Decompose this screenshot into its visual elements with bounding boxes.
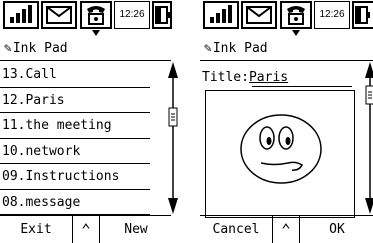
cancel-button[interactable]: Cancel	[200, 216, 272, 243]
note-list: 13.Call 12.Paris 11.the meeting 10.netwo…	[0, 62, 150, 215]
app-title: Ink Pad	[12, 41, 68, 56]
pen-icon: ✎	[4, 41, 12, 56]
mail-icon[interactable]	[241, 1, 277, 29]
ink-canvas[interactable]	[205, 90, 355, 218]
mail-icon[interactable]	[41, 1, 77, 29]
scrollbar[interactable]	[365, 62, 373, 214]
softkey-bar: Exit ⌃ New	[0, 215, 171, 243]
clock-display: 12:26	[314, 1, 350, 29]
pen-icon: ✎	[204, 41, 212, 56]
scrollbar[interactable]	[168, 62, 178, 214]
double-chevron-up-icon[interactable]: ⌃	[72, 216, 100, 243]
ink-pad-note-screen: 12:26 ✎Ink Pad Title:Paris Cancel ⌃ OK	[200, 0, 373, 243]
new-button[interactable]: New	[101, 216, 171, 243]
softkey-bar: Cancel ⌃ OK	[200, 215, 373, 243]
ok-button[interactable]: OK	[301, 216, 373, 243]
battery-icon	[352, 1, 373, 29]
note-title-field[interactable]: Title:Paris	[202, 70, 288, 85]
scroll-down-arrow-icon[interactable]	[168, 198, 178, 214]
note-title-value[interactable]: Paris	[249, 70, 288, 85]
status-bar: 12:26	[200, 0, 373, 36]
note-title-label: Title:	[202, 70, 249, 85]
clock-display: 12:26	[114, 1, 150, 29]
signal-icon	[3, 1, 39, 29]
note-item-network[interactable]: 10.network	[0, 139, 150, 164]
note-item-call[interactable]: 13.Call	[0, 62, 150, 88]
note-item-instructions[interactable]: 09.Instructions	[0, 164, 150, 190]
note-item-paris[interactable]: 12.Paris	[0, 88, 150, 113]
scroll-down-arrow-icon[interactable]	[365, 198, 373, 214]
ink-pad-list-screen: 12:26 ✎Ink Pad 13.Call 12.Paris 11.the m…	[0, 0, 178, 243]
app-title: Ink Pad	[212, 41, 268, 56]
double-chevron-up-icon[interactable]: ⌃	[272, 216, 300, 243]
scroll-up-arrow-icon[interactable]	[365, 62, 373, 78]
status-bar: 12:26	[0, 0, 172, 36]
app-title-bar: ✎Ink Pad	[0, 36, 171, 61]
note-item-the-meeting[interactable]: 11.the meeting	[0, 113, 150, 139]
note-item-message[interactable]: 08.message	[0, 190, 150, 215]
title-underline	[252, 86, 352, 87]
phone-icon[interactable]	[80, 1, 112, 36]
scroll-up-arrow-icon[interactable]	[168, 62, 178, 78]
phone-icon[interactable]	[280, 1, 312, 36]
exit-button[interactable]: Exit	[0, 216, 72, 243]
smiley-drawing	[240, 114, 322, 184]
battery-icon	[152, 1, 172, 29]
app-title-bar: ✎Ink Pad	[200, 36, 373, 61]
signal-icon	[203, 1, 239, 29]
